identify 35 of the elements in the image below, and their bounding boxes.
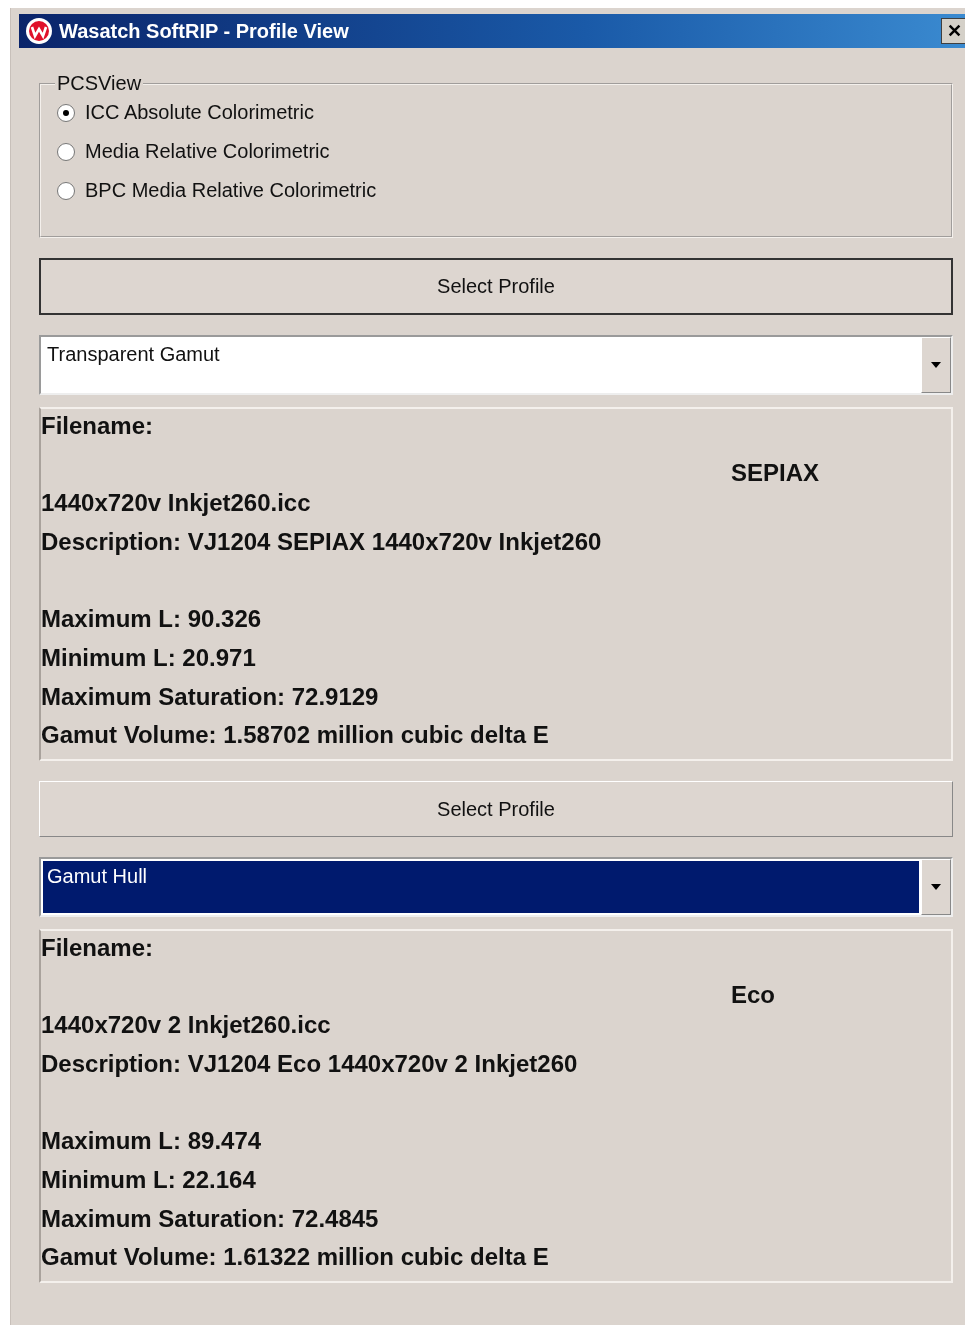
info-text: 1440x720v Inkjet260.icc	[41, 488, 312, 519]
info-text: Maximum Saturation: 72.9129	[41, 681, 380, 712]
radio-label: Media Relative Colorimetric	[85, 140, 330, 163]
radio-label: BPC Media Relative Colorimetric	[85, 179, 377, 202]
info-text: Minimum L: 20.971	[41, 643, 257, 673]
info-text: Minimum L: 22.164	[41, 1165, 257, 1195]
info-text: Maximum L: 90.326	[41, 604, 263, 635]
group-title: PCSView	[56, 72, 143, 95]
render-mode-dropdown[interactable]: Transparent Gamut	[39, 335, 953, 395]
select-profile-button[interactable]: Select Profile	[39, 781, 953, 837]
app-logo-icon	[25, 17, 53, 45]
render-mode-dropdown[interactable]: Gamut Hull	[39, 857, 953, 917]
info-text: Description: VJ1204 SEPIAX 1440x720v Inkjet260	[41, 526, 603, 557]
select-profile-button[interactable]: Select Profile	[39, 258, 953, 315]
dropdown-arrow-button[interactable]	[921, 337, 951, 393]
profile-name: Eco	[731, 980, 776, 1011]
info-text: Description: VJ1204 Eco 1440x720v 2 Inkjet260	[41, 1048, 579, 1079]
info-text: Filename:	[41, 933, 155, 963]
dropdown-value: Gamut Hull	[43, 861, 919, 913]
radio-button[interactable]	[57, 181, 75, 200]
info-text: Maximum L: 89.474	[41, 1126, 263, 1157]
info-text: Maximum Saturation: 72.4845	[41, 1203, 380, 1234]
radio-button[interactable]	[57, 103, 75, 122]
caret-icon	[931, 362, 941, 368]
close-button[interactable]: ✕	[941, 18, 965, 44]
radio-button[interactable]	[57, 142, 75, 161]
caret-icon	[931, 884, 941, 890]
radio-label: ICC Absolute Colorimetric	[85, 101, 314, 124]
info-text: Gamut Volume: 1.61322 million cubic delta E	[41, 1242, 550, 1273]
info-text: Gamut Volume: 1.58702 million cubic delta E	[41, 720, 550, 751]
dropdown-arrow-button[interactable]	[921, 859, 951, 915]
window-title: Wasatch SoftRIP - Profile View	[59, 19, 350, 43]
profile-name: SEPIAX	[731, 458, 821, 489]
info-text: Filename:	[41, 411, 155, 441]
info-text: 1440x720v 2 Inkjet260.icc	[41, 1010, 332, 1041]
